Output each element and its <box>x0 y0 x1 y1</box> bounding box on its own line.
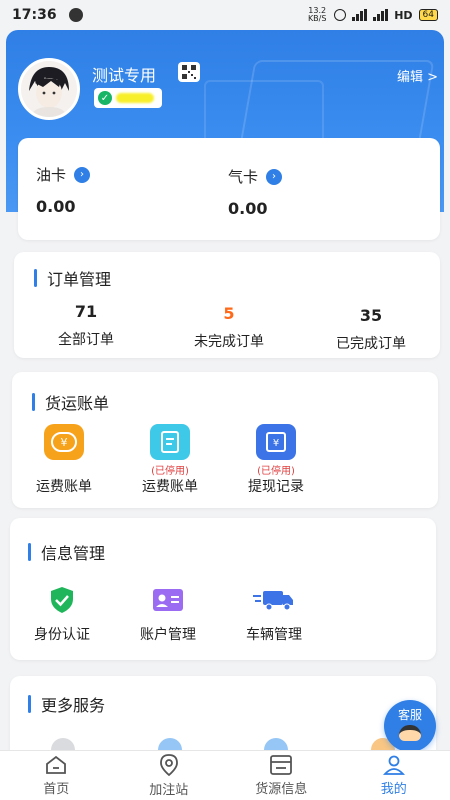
section-title: 更多服务 <box>28 692 105 716</box>
vehicle-management-item[interactable]: 车辆管理 <box>224 586 324 644</box>
identity-verification-label: 身份认证 <box>34 627 90 643</box>
chevron-right-icon: > <box>427 70 438 85</box>
section-title: 信息管理 <box>28 540 105 564</box>
disabled-tag: (已停用) <box>257 466 295 477</box>
yen-bill-icon: ¥ <box>44 424 84 460</box>
section-title: 货运账单 <box>32 390 109 414</box>
bottom-tab-bar: 首页 加注站 货源信息 我的 <box>0 750 450 800</box>
all-orders-count: 71 <box>74 302 98 321</box>
pending-orders-label: 未完成订单 <box>194 334 264 350</box>
oil-card-value: 0.00 <box>36 197 76 216</box>
edit-label: 编辑 <box>396 70 423 85</box>
tab-station-label: 加注站 <box>149 782 189 798</box>
edit-button[interactable]: 编辑 > <box>397 66 438 85</box>
withdraw-record-item[interactable]: ¥ (已停用) 提现记录 <box>226 424 326 496</box>
completed-orders-count: 35 <box>359 306 383 325</box>
vehicle-management-label: 车辆管理 <box>246 627 302 643</box>
pending-orders-count: 5 <box>223 304 235 323</box>
identity-verification-item[interactable]: 身份认证 <box>12 586 112 644</box>
all-orders-label: 全部订单 <box>58 332 114 348</box>
info-title: 信息管理 <box>41 544 106 563</box>
completed-orders[interactable]: 35 已完成订单 <box>316 306 426 353</box>
arrow-right-icon: › <box>266 168 283 185</box>
freight-bill-label: 运费账单 <box>36 479 92 495</box>
freight-bill-item[interactable]: ¥ 运费账单 <box>14 424 114 496</box>
section-title: 订单管理 <box>34 266 111 290</box>
status-time: 17:36 <box>12 7 57 23</box>
svg-text:¥: ¥ <box>61 436 68 449</box>
message-icon <box>68 8 83 22</box>
gas-card-value: 0.00 <box>228 199 268 218</box>
gas-card-label: 气卡 <box>228 168 259 186</box>
info-management-card: 信息管理 身份认证 账户管理 车辆管理 <box>10 518 436 660</box>
withdraw-record-label: 提现记录 <box>248 479 304 495</box>
user-icon <box>382 755 405 775</box>
arrow-right-icon: › <box>74 166 91 183</box>
freight-bill-card: 货运账单 ¥ 运费账单 (已停用) 运费账单 ¥ (已停用) 提现记录 <box>12 372 438 508</box>
oil-card-label: 油卡 <box>36 166 67 184</box>
tab-station[interactable]: 加注站 <box>113 751 226 800</box>
shield-check-icon <box>12 586 112 614</box>
avatar[interactable] <box>18 58 80 120</box>
tab-cargo-label: 货源信息 <box>255 781 308 797</box>
balance-card: 油卡 › 0.00 气卡 › 0.00 <box>18 138 440 240</box>
signal-icon-2 <box>373 9 389 21</box>
verified-badge: ✓ <box>94 88 162 108</box>
pending-orders[interactable]: 5 未完成订单 <box>174 304 284 351</box>
tab-mine[interactable]: 我的 <box>338 751 450 800</box>
home-icon <box>46 755 67 774</box>
freight-bill-disabled-label: 运费账单 <box>142 479 198 495</box>
bill-list-icon <box>150 424 190 460</box>
disabled-tag: (已停用) <box>151 466 189 477</box>
svg-text:¥: ¥ <box>273 438 279 449</box>
tab-cargo[interactable]: 货源信息 <box>225 751 338 800</box>
withdraw-record-icon: ¥ <box>256 424 296 460</box>
service-agent-icon <box>399 725 421 741</box>
customer-service-label: 客服 <box>397 708 422 722</box>
cargo-list-icon <box>270 754 293 775</box>
id-card-icon <box>118 586 218 614</box>
signal-icon <box>352 9 368 21</box>
freight-bill-disabled-item[interactable]: (已停用) 运费账单 <box>120 424 220 496</box>
truck-icon <box>224 586 324 614</box>
oil-card-balance[interactable]: 油卡 › 0.00 <box>36 164 91 216</box>
customer-service-button[interactable]: 客服 <box>384 700 436 752</box>
more-title: 更多服务 <box>41 696 106 715</box>
location-pin-icon <box>159 753 178 776</box>
all-orders[interactable]: 71 全部订单 <box>46 302 126 349</box>
battery-icon: 64 <box>418 9 438 21</box>
disabled-tag <box>14 462 114 474</box>
tab-mine-label: 我的 <box>380 781 407 797</box>
order-management-card: 订单管理 71 全部订单 5 未完成订单 35 已完成订单 <box>14 252 440 358</box>
username: 测试专用 <box>92 66 157 85</box>
net-speed: 13.2 KB/S <box>307 6 327 23</box>
order-title: 订单管理 <box>47 270 112 289</box>
freight-title: 货运账单 <box>45 394 110 413</box>
account-management-label: 账户管理 <box>140 627 196 643</box>
account-management-item[interactable]: 账户管理 <box>118 586 218 644</box>
network-type: HD <box>394 8 413 22</box>
tab-home[interactable]: 首页 <box>0 751 113 800</box>
status-indicators: 13.2 KB/S HD 64 <box>306 7 438 23</box>
tab-home-label: 首页 <box>43 781 70 797</box>
completed-orders-label: 已完成订单 <box>336 336 406 352</box>
status-bar: 17:36 13.2 KB/S HD 64 <box>0 0 450 30</box>
alarm-icon <box>334 9 347 21</box>
gas-card-balance[interactable]: 气卡 › 0.00 <box>228 166 283 218</box>
qr-code-icon[interactable] <box>178 62 200 82</box>
check-icon: ✓ <box>98 91 112 105</box>
redacted-info <box>116 93 154 103</box>
